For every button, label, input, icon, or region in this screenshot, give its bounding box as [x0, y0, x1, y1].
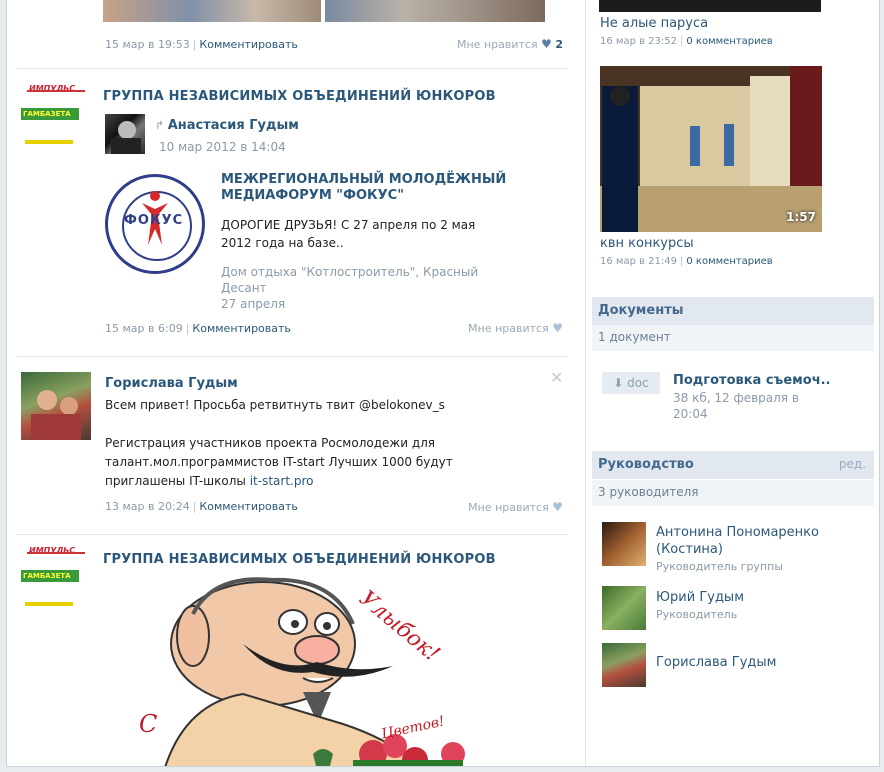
- video-title[interactable]: квн конкурсы: [600, 236, 694, 251]
- video-meta: 16 мар в 23:52 | 0 комментариев: [600, 36, 773, 47]
- post-meta: 13 мар в 20:24 | Комментировать: [105, 500, 298, 513]
- group-logo-green: ГАМБАЗЕТА: [21, 108, 79, 120]
- manager-name[interactable]: Горислава Гудым: [656, 654, 776, 671]
- manager-role: Руководитель: [656, 608, 738, 621]
- video-duration: 1:57: [786, 210, 816, 224]
- video-date: 16 мар в 23:52: [600, 36, 677, 47]
- group-avatar[interactable]: ИМПУЛЬС ГАМБАЗЕТА: [21, 84, 89, 154]
- divider: [17, 68, 567, 69]
- logo-word: ФОКУС: [124, 213, 184, 228]
- document-meta: 38 кб, 12 февраля в 20:04: [673, 391, 799, 421]
- group-logo-green: ГАМБАЗЕТА: [21, 570, 79, 582]
- documents-title: Документы: [598, 303, 684, 318]
- group-avatar[interactable]: ИМПУЛЬС ГАМБАЗЕТА: [21, 546, 89, 616]
- event-logo[interactable]: ФОКУС: [105, 174, 205, 274]
- event-title[interactable]: МЕЖРЕГИОНАЛЬНЫЙ МОЛОДЁЖНЫЙ МЕДИАФОРУМ "Ф…: [221, 172, 506, 204]
- like-count: 2: [555, 38, 563, 51]
- close-icon[interactable]: ✕: [550, 368, 563, 387]
- repost-date[interactable]: 10 мар 2012 в 14:04: [159, 140, 286, 154]
- video-comments-link[interactable]: 0 комментариев: [686, 256, 772, 267]
- repost-author[interactable]: ↱ Анастасия Гудым: [155, 118, 299, 133]
- repost-author-name: Анастасия Гудым: [167, 118, 299, 133]
- management-title: Руководство: [598, 457, 694, 472]
- cartoon-text: С: [139, 710, 158, 738]
- video-meta: 16 мар в 21:49 | 0 комментариев: [600, 256, 773, 267]
- comment-link[interactable]: Комментировать: [192, 322, 290, 335]
- repost-icon: ↱: [155, 119, 168, 132]
- like-button[interactable]: Мне нравится ♥: [468, 500, 563, 514]
- group-title-link[interactable]: ГРУППА НЕЗАВИСИМЫХ ОБЪЕДИНЕНИЙ ЮНКОРОВ: [103, 89, 496, 104]
- manager-name[interactable]: Юрий Гудым: [656, 589, 744, 606]
- like-label: Мне нравится: [468, 322, 549, 335]
- heart-icon: ♥: [552, 500, 563, 514]
- post-date[interactable]: 15 мар в 19:53: [105, 38, 190, 51]
- post-image-cartoon[interactable]: Улыбок! С Цветов!: [103, 574, 485, 766]
- documents-count[interactable]: 1 документ: [592, 325, 874, 351]
- external-link[interactable]: it-start.pro: [250, 474, 314, 488]
- manager-avatar[interactable]: [602, 522, 646, 566]
- like-button[interactable]: Мне нравится ♥: [468, 321, 563, 335]
- post-photo[interactable]: [103, 0, 321, 22]
- heart-icon: ♥: [541, 37, 552, 51]
- avatar-photo: [31, 390, 81, 440]
- document-link[interactable]: Подготовка съемоч..: [673, 373, 831, 388]
- video-date: 16 мар в 21:49: [600, 256, 677, 267]
- right-sidebar: Не алые паруса 16 мар в 23:52 | 0 коммента…: [585, 0, 879, 766]
- comment-link[interactable]: Комментировать: [199, 38, 297, 51]
- divider: [17, 534, 567, 535]
- author-name[interactable]: Горислава Гудым: [105, 376, 238, 391]
- edit-link[interactable]: ред.: [839, 457, 866, 471]
- wall-feed: 15 мар в 19:53 | Комментировать Мне нравит…: [7, 0, 577, 766]
- video-title[interactable]: Не алые паруса: [600, 16, 708, 31]
- download-icon: ⬇: [613, 376, 628, 390]
- heart-icon: ♥: [552, 321, 563, 335]
- divider: [17, 356, 567, 357]
- event-place: Дом отдыха "Котлостроитель", Красный Дес…: [221, 265, 479, 311]
- post-meta: 15 мар в 6:09 | Комментировать: [105, 322, 291, 335]
- management-header[interactable]: Руководство ред.: [592, 451, 874, 479]
- video-frame: [600, 66, 822, 232]
- comment-link[interactable]: Комментировать: [199, 500, 297, 513]
- management-count[interactable]: 3 руководителя: [592, 480, 874, 506]
- video-thumbnail[interactable]: [599, 0, 821, 12]
- post-date[interactable]: 13 мар в 20:24: [105, 500, 190, 513]
- group-title-link[interactable]: ГРУППА НЕЗАВИСИМЫХ ОБЪЕДИНЕНИЙ ЮНКОРОВ: [103, 552, 496, 567]
- like-button[interactable]: Мне нравится ♥ 2: [457, 37, 563, 51]
- post-text: Всем привет! Просьба ретвитнуть твит @be…: [105, 398, 453, 488]
- manager-avatar[interactable]: [602, 586, 646, 630]
- manager-role: Руководитель группы: [656, 560, 784, 573]
- manager-avatar[interactable]: [602, 643, 646, 687]
- post-date[interactable]: 15 мар в 6:09: [105, 322, 183, 335]
- post-meta: 15 мар в 19:53 | Комментировать: [105, 38, 298, 51]
- author-avatar[interactable]: [21, 372, 91, 440]
- post-photo[interactable]: [325, 0, 545, 22]
- event-description: ДОРОГИЕ ДРУЗЬЯ! С 27 апреля по 2 мая 201…: [221, 218, 476, 250]
- like-label: Мне нравится: [468, 501, 549, 514]
- like-label: Мне нравится: [457, 38, 538, 51]
- event-date: 27 апреля: [221, 297, 286, 311]
- document-badge[interactable]: ⬇ doc: [602, 372, 660, 394]
- cartoon-illustration: [103, 574, 485, 766]
- page-frame: 15 мар в 19:53 | Комментировать Мне нравит…: [6, 0, 880, 767]
- documents-header[interactable]: Документы: [592, 297, 874, 325]
- repost-author-avatar[interactable]: [105, 114, 145, 154]
- video-thumbnail[interactable]: 1:57: [600, 66, 822, 232]
- avatar-photo: [111, 121, 141, 154]
- post-photos[interactable]: [103, 0, 545, 22]
- manager-name[interactable]: Антонина Пономаренко (Костина): [656, 524, 819, 558]
- video-comments-link[interactable]: 0 комментариев: [686, 36, 772, 47]
